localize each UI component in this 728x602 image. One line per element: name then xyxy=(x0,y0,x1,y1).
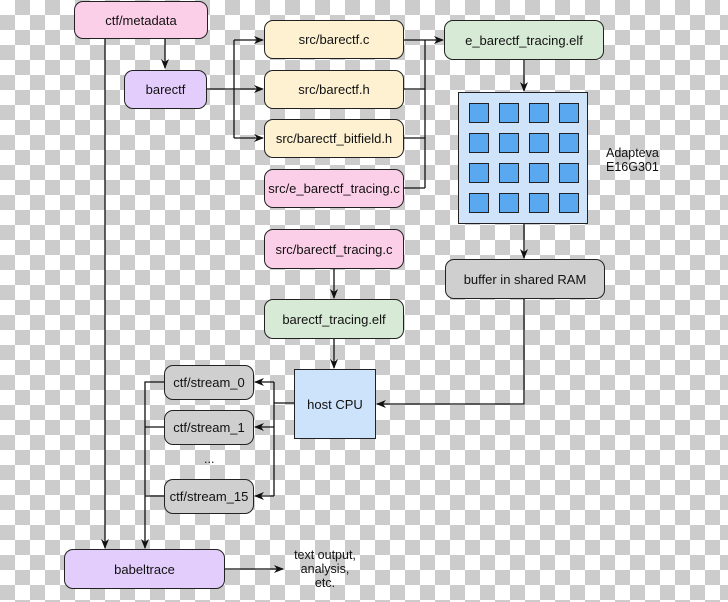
adapteva-chip[interactable] xyxy=(458,92,588,224)
src-barectf-h-label: src/barectf.h xyxy=(298,82,370,97)
chip-core xyxy=(559,163,579,183)
chip-core xyxy=(559,193,579,213)
barectf-tracing-elf-label: barectf_tracing.elf xyxy=(282,311,386,327)
chip-core xyxy=(499,103,519,123)
output-label-line2: analysis, xyxy=(300,562,350,576)
chip-label-line1: Adapteva xyxy=(606,146,659,160)
chip-label: Adapteva E16G301 xyxy=(606,146,659,174)
src-barectf-bitfield-h-label: src/barectf_bitfield.h xyxy=(275,131,393,146)
host-cpu-label: host CPU xyxy=(307,396,363,412)
chip-core xyxy=(529,103,549,123)
stream-1-label: ctf/stream_1 xyxy=(173,420,245,435)
src-barectf-tracing-c-label: src/barectf_tracing.c xyxy=(275,241,393,257)
src-barectf-tracing-c-node[interactable]: src/barectf_tracing.c xyxy=(264,229,404,269)
e-barectf-tracing-elf-label: e_barectf_tracing.elf xyxy=(465,32,583,48)
barectf-label: barectf xyxy=(145,82,186,97)
babeltrace-node[interactable]: babeltrace xyxy=(64,549,225,589)
buffer-shared-ram-node[interactable]: buffer in shared RAM xyxy=(445,259,605,299)
barectf-tracing-elf-node[interactable]: barectf_tracing.elf xyxy=(264,299,404,339)
stream-ellipsis: ... xyxy=(204,452,215,466)
chip-core xyxy=(499,163,519,183)
chip-core xyxy=(499,133,519,153)
src-e-barectf-tracing-c-node[interactable]: src/e_barectf_tracing.c xyxy=(264,169,404,208)
ctf-metadata-label: ctf/metadata xyxy=(105,12,177,28)
e-barectf-tracing-elf-node[interactable]: e_barectf_tracing.elf xyxy=(444,20,604,60)
src-barectf-h-node[interactable]: src/barectf.h xyxy=(264,70,404,109)
chip-core xyxy=(469,103,489,123)
src-e-barectf-tracing-c-label: src/e_barectf_tracing.c xyxy=(268,181,400,196)
src-barectf-c-node[interactable]: src/barectf.c xyxy=(264,20,404,59)
chip-core xyxy=(529,193,549,213)
barectf-node[interactable]: barectf xyxy=(124,70,207,109)
chip-core xyxy=(499,193,519,213)
babeltrace-label: babeltrace xyxy=(114,561,175,577)
output-label: text output, analysis, etc. xyxy=(287,548,363,590)
chip-core xyxy=(529,163,549,183)
edge-streams-bus xyxy=(141,381,164,549)
output-label-line1: text output, xyxy=(294,548,356,562)
chip-core xyxy=(469,193,489,213)
src-barectf-c-label: src/barectf.c xyxy=(298,32,370,47)
buffer-shared-ram-label: buffer in shared RAM xyxy=(463,271,587,287)
chip-label-line2: E16G301 xyxy=(606,160,659,174)
chip-core xyxy=(469,163,489,183)
chip-core xyxy=(529,133,549,153)
chip-core xyxy=(559,103,579,123)
host-cpu-node[interactable]: host CPU xyxy=(294,369,376,439)
stream-15-node[interactable]: ctf/stream_15 xyxy=(164,479,254,514)
ctf-metadata-node[interactable]: ctf/metadata xyxy=(74,1,208,39)
stream-0-label: ctf/stream_0 xyxy=(173,375,245,390)
chip-core xyxy=(559,133,579,153)
stream-15-label: ctf/stream_15 xyxy=(169,489,249,504)
stream-0-node[interactable]: ctf/stream_0 xyxy=(164,365,254,400)
src-barectf-bitfield-h-node[interactable]: src/barectf_bitfield.h xyxy=(264,119,404,158)
output-label-line3: etc. xyxy=(314,576,336,590)
chip-core xyxy=(469,133,489,153)
stream-1-node[interactable]: ctf/stream_1 xyxy=(164,410,254,445)
